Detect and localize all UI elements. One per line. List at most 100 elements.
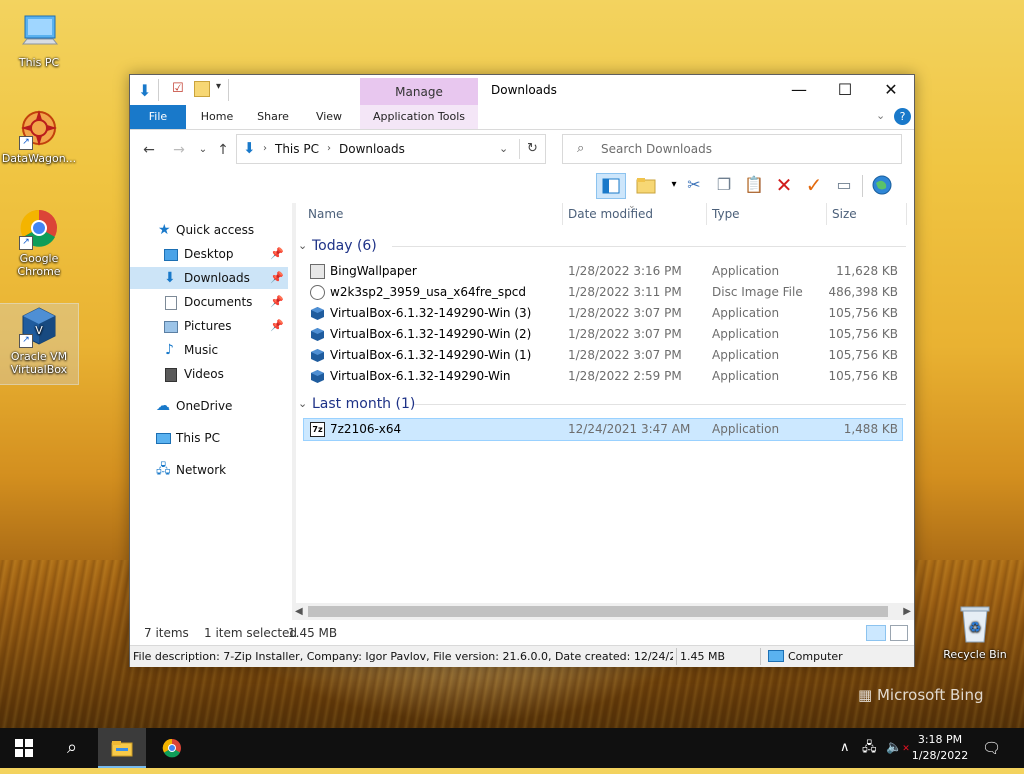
delete-icon[interactable]: ✕ (772, 173, 796, 197)
column-separator[interactable] (706, 203, 707, 225)
minimize-button[interactable]: — (776, 75, 822, 105)
application-icon (310, 264, 325, 279)
breadcrumb-downloads[interactable]: Downloads (339, 135, 405, 163)
desktop-icon-datawagon[interactable]: ↗ DataWagon... (0, 106, 78, 165)
pin-icon[interactable]: 📌 (270, 291, 284, 313)
file-row[interactable]: VirtualBox-6.1.32-149290-Win (2) 1/28/20… (304, 324, 902, 345)
pin-icon[interactable]: 📌 (270, 267, 284, 289)
file-row-selected[interactable]: 7z 7z2106-x64 12/24/2021 3:47 AM Applica… (303, 418, 903, 441)
command-toolbar: ▾ ✂ ❐ 📋 ✕ ✓ ▭ (590, 171, 914, 201)
address-dropdown-icon[interactable]: ⌄ (499, 135, 508, 163)
close-button[interactable]: ✕ (868, 75, 914, 105)
back-button[interactable]: ← (138, 139, 160, 161)
column-separator[interactable] (906, 203, 907, 225)
new-folder-icon[interactable] (634, 173, 658, 197)
show-hidden-icons-icon[interactable]: ∧ (840, 728, 850, 768)
forward-button[interactable]: → (168, 139, 190, 161)
preview-pane-icon[interactable] (596, 173, 626, 199)
window-title: Downloads (491, 83, 557, 97)
recycle-bin-icon: ♻ (953, 602, 997, 646)
refresh-icon[interactable]: ↻ (527, 135, 538, 163)
nav-pictures[interactable]: Pictures 📌 (130, 315, 288, 337)
nav-videos[interactable]: Videos (130, 363, 288, 385)
desktop-icon-this-pc[interactable]: This PC (0, 10, 78, 69)
nav-documents[interactable]: Documents 📌 (130, 291, 288, 313)
search-box[interactable]: ⌕ Search Downloads (562, 134, 902, 164)
clock-date: 1/28/2022 (911, 749, 969, 762)
file-explorer-taskbar-icon[interactable] (98, 728, 146, 768)
tab-share[interactable]: Share (248, 105, 298, 129)
breadcrumb-this-pc[interactable]: This PC (275, 135, 319, 163)
music-note-icon: ♪ (165, 342, 174, 358)
volume-muted-icon[interactable]: 🔈✕ (886, 728, 910, 768)
scrollbar-thumb[interactable] (308, 606, 888, 617)
virtualbox-installer-icon (310, 306, 325, 321)
tab-home[interactable]: Home (192, 105, 242, 129)
chrome-taskbar-icon[interactable] (148, 728, 196, 768)
copy-icon[interactable]: ❐ (712, 173, 736, 197)
column-header-name[interactable]: Name (308, 203, 343, 225)
column-header-size[interactable]: Size (832, 203, 857, 225)
group-header-today[interactable]: ⌄ Today (6) (296, 235, 906, 257)
desktop-icon-chrome[interactable]: ↗ Google Chrome (0, 206, 78, 278)
action-center-icon[interactable]: 🗨 (982, 728, 1001, 768)
file-row[interactable]: w2k3sp2_3959_usa_x64fre_spcd 1/28/2022 3… (304, 282, 902, 303)
pin-icon[interactable]: 📌 (270, 243, 284, 265)
taskbar: ⌕ ∧ 🖧 🔈✕ 3:18 PM 1/28/2022 🗨 (0, 728, 1024, 768)
file-row[interactable]: VirtualBox-6.1.32-149290-Win 1/28/2022 2… (304, 366, 902, 387)
globe-icon[interactable] (870, 173, 894, 197)
cut-icon[interactable]: ✂ (682, 173, 706, 197)
help-icon[interactable]: ? (894, 108, 911, 125)
recent-locations-button[interactable]: ⌄ (192, 139, 214, 161)
7zip-icon: 7z (310, 422, 325, 437)
ribbon-expand-icon[interactable]: ⌄ (876, 109, 885, 122)
scroll-left-icon[interactable]: ◀ (295, 603, 303, 620)
scroll-right-icon[interactable]: ▶ (903, 603, 911, 620)
selection-size: 1.45 MB (288, 626, 338, 640)
horizontal-scrollbar[interactable]: ◀ ▶ (292, 603, 914, 620)
file-row[interactable]: VirtualBox-6.1.32-149290-Win (1) 1/28/20… (304, 345, 902, 366)
column-header-date[interactable]: Date modified (568, 203, 653, 225)
maximize-button[interactable]: ☐ (822, 75, 868, 105)
up-button[interactable]: ↑ (212, 139, 234, 161)
nav-desktop[interactable]: Desktop 📌 (130, 243, 288, 265)
qat-dropdown-icon[interactable]: ▾ (216, 81, 221, 92)
taskbar-clock[interactable]: 3:18 PM 1/28/2022 (910, 732, 970, 764)
start-button[interactable] (0, 728, 48, 768)
pin-icon[interactable]: 📌 (270, 315, 284, 337)
nav-this-pc[interactable]: This PC (130, 427, 288, 449)
virtualbox-installer-icon (310, 348, 325, 363)
tab-file[interactable]: File (130, 105, 186, 129)
tab-view[interactable]: View (304, 105, 354, 129)
details-view-icon[interactable] (866, 625, 886, 641)
properties-icon[interactable]: ▭ (832, 173, 856, 197)
selection-count: 1 item selected (204, 626, 298, 640)
column-separator[interactable] (826, 203, 827, 225)
nav-onedrive[interactable]: ☁ OneDrive (130, 395, 288, 417)
network-status-icon[interactable]: 🖧 (862, 728, 877, 768)
virtualbox-installer-icon (310, 369, 325, 384)
checkmark-icon[interactable]: ✓ (802, 173, 826, 197)
group-header-last-month[interactable]: ⌄ Last month (1) (296, 393, 906, 415)
title-bar[interactable]: ⬇ ☑ ▾ Manage Downloads — ☐ ✕ (130, 75, 914, 106)
desktop-icon-recycle-bin[interactable]: ♻ Recycle Bin (936, 602, 1014, 661)
properties-icon[interactable]: ☑ (172, 81, 184, 96)
desktop-icon-virtualbox[interactable]: V ↗ Oracle VM VirtualBox (0, 303, 79, 385)
paste-icon[interactable]: 📋 (742, 173, 766, 197)
nav-music[interactable]: ♪ Music (130, 339, 288, 361)
column-separator[interactable] (562, 203, 563, 225)
manage-context-tab[interactable]: Manage (360, 78, 478, 106)
search-icon[interactable]: ⌕ (48, 728, 96, 768)
file-row[interactable]: VirtualBox-6.1.32-149290-Win (3) 1/28/20… (304, 303, 902, 324)
new-folder-icon[interactable] (194, 81, 210, 97)
qat-separator (158, 79, 159, 101)
large-icons-view-icon[interactable] (890, 625, 908, 641)
nav-quick-access[interactable]: ★ Quick access (130, 219, 288, 241)
file-row[interactable]: BingWallpaper 1/28/2022 3:16 PM Applicat… (304, 261, 902, 282)
nav-downloads[interactable]: ⬇ Downloads 📌 (130, 267, 288, 289)
address-bar[interactable]: ⬇ › This PC › Downloads ⌄ ↻ (236, 134, 546, 164)
tab-application-tools[interactable]: Application Tools (360, 105, 478, 129)
column-header-type[interactable]: Type (712, 203, 740, 225)
cloud-icon: ☁ (156, 398, 170, 414)
nav-network[interactable]: 🖧 Network (130, 459, 288, 481)
